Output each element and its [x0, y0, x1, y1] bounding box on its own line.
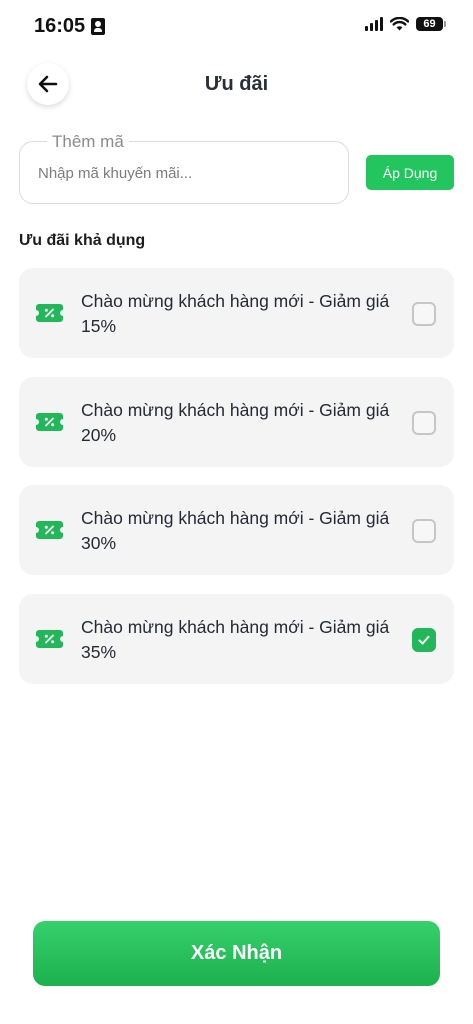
voucher-label: Chào mừng khách hàng mới - Giảm giá 35% — [81, 617, 390, 662]
voucher-checkbox[interactable] — [412, 411, 436, 435]
cellular-signal-icon — [365, 17, 383, 31]
confirm-button[interactable]: Xác Nhận — [33, 921, 440, 986]
checkmark-icon — [418, 635, 430, 645]
battery-icon: 69 — [416, 17, 446, 31]
ticket-percent-icon — [36, 304, 63, 322]
voucher-label: Chào mừng khách hàng mới - Giảm giá 30% — [81, 508, 390, 553]
voucher-checkbox[interactable] — [412, 302, 436, 326]
voucher-label: Chào mừng khách hàng mới - Giảm giá 20% — [81, 400, 390, 445]
status-bar: 16:05 69 — [0, 0, 473, 54]
voucher-checkbox[interactable] — [412, 519, 436, 543]
ticket-percent-icon — [36, 630, 63, 648]
page-title: Ưu đãi — [204, 73, 269, 95]
contact-card-icon — [91, 18, 106, 35]
voucher-card-15[interactable]: Chào mừng khách hàng mới - Giảm giá 15% — [19, 268, 454, 358]
status-indicators: 69 — [365, 17, 446, 31]
status-time-group: 16:05 — [34, 15, 106, 38]
voucher-card-30[interactable]: Chào mừng khách hàng mới - Giảm giá 30% — [19, 485, 454, 575]
voucher-label: Chào mừng khách hàng mới - Giảm giá 15% — [81, 291, 390, 336]
promo-code-legend: Thêm mã — [47, 132, 129, 152]
apply-button[interactable]: Áp Dụng — [366, 155, 454, 190]
promo-code-field: Thêm mã — [19, 132, 349, 204]
promo-code-input[interactable] — [38, 162, 334, 184]
ticket-percent-icon — [36, 413, 63, 431]
status-time: 16:05 — [34, 15, 86, 37]
voucher-card-35[interactable]: Chào mừng khách hàng mới - Giảm giá 35% — [19, 594, 454, 684]
voucher-checkbox-checked[interactable] — [412, 628, 436, 652]
voucher-card-20[interactable]: Chào mừng khách hàng mới - Giảm giá 20% — [19, 377, 454, 467]
wifi-icon — [390, 17, 409, 31]
available-offers-heading: Ưu đãi khả dụng — [19, 232, 146, 249]
offers-screen: 16:05 69 Ưu đãi Thêm mã Áp Dụng Ưu đ — [0, 0, 473, 1024]
battery-level: 69 — [423, 18, 436, 30]
ticket-percent-icon — [36, 521, 63, 539]
